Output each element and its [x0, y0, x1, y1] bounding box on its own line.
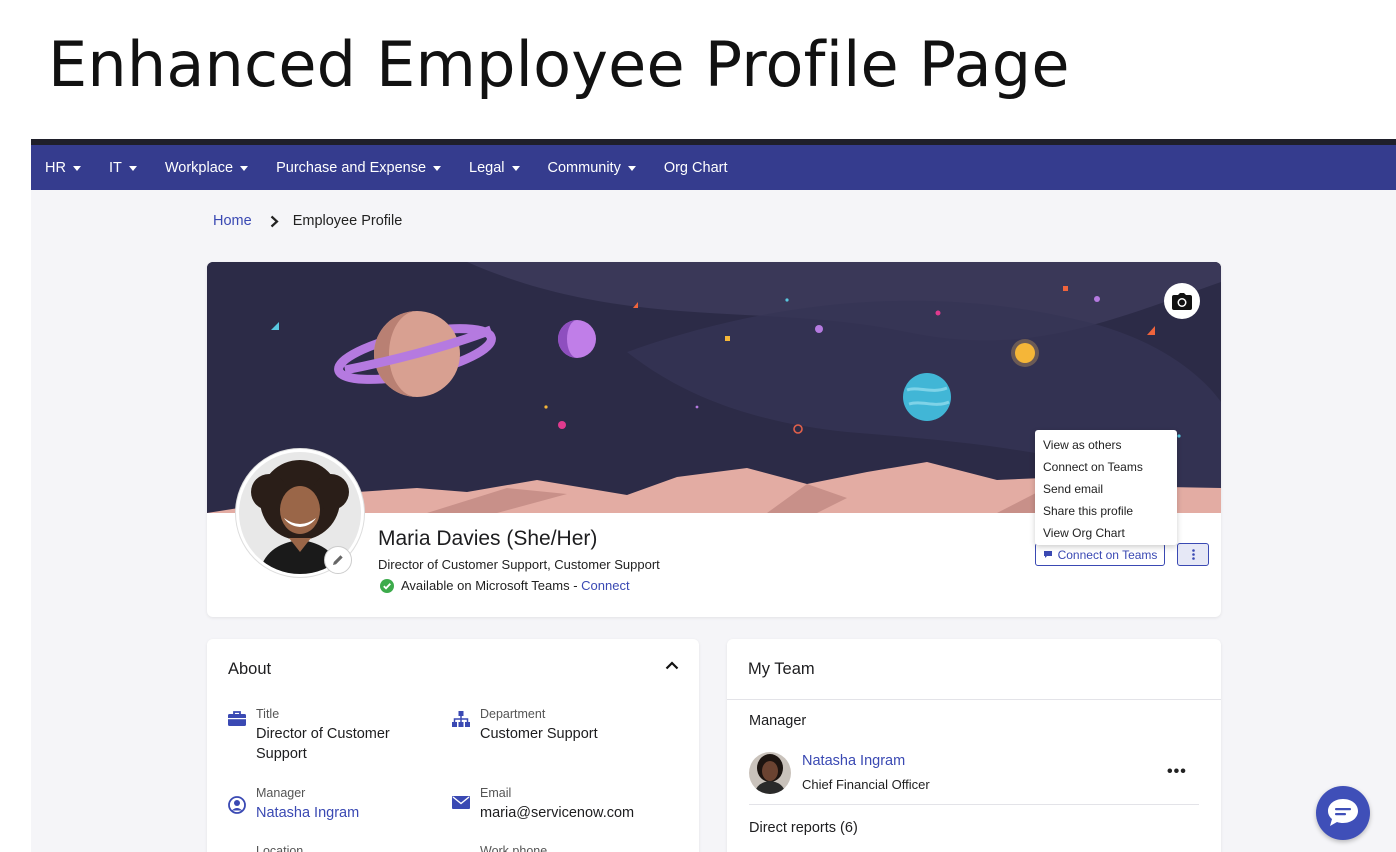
caret-down-icon: [511, 166, 520, 171]
nav-item-org-chart[interactable]: Org Chart: [664, 160, 728, 176]
envelope-icon: [452, 796, 470, 809]
profile-name: Maria Davies (She/Her): [378, 527, 598, 550]
menu-item-share-profile[interactable]: Share this profile: [1035, 500, 1177, 522]
team-heading: My Team: [748, 660, 815, 678]
main-nav: HR IT Workplace Purchase and Expense Leg…: [31, 145, 1396, 190]
edit-avatar-button[interactable]: [324, 546, 352, 574]
manager-name-link[interactable]: Natasha Ingram: [802, 753, 905, 769]
nav-item-workplace[interactable]: Workplace: [165, 160, 249, 176]
profile-avatar: [236, 449, 364, 577]
chevron-up-icon[interactable]: [665, 661, 679, 670]
nav-item-community[interactable]: Community: [548, 160, 636, 176]
chat-button[interactable]: [1316, 786, 1370, 840]
chat-icon: [1328, 799, 1358, 826]
presence-status: Available on Microsoft Teams - Connect: [380, 578, 630, 593]
divider: [727, 699, 1221, 700]
user-circle-icon: [228, 796, 246, 814]
app-window: HR IT Workplace Purchase and Expense Leg…: [31, 139, 1396, 852]
divider: [749, 804, 1199, 805]
vertical-dots-icon: [1191, 549, 1195, 560]
more-actions-button[interactable]: [1177, 543, 1209, 566]
title-value: Director of Customer Support: [256, 726, 390, 762]
about-heading: About: [228, 660, 272, 678]
field-title: Title Director of Customer Support: [227, 707, 390, 764]
my-team-card: My Team Manager Natasha Ingram Chief Fin…: [727, 639, 1221, 852]
camera-button[interactable]: [1164, 283, 1200, 319]
caret-down-icon: [433, 166, 442, 171]
nav-item-legal[interactable]: Legal: [469, 160, 520, 176]
briefcase-icon: [228, 711, 246, 726]
nav-item-hr[interactable]: HR: [45, 160, 81, 176]
field-email: Email maria@servicenow.com: [451, 786, 634, 823]
field-work-phone: Work phone: [480, 844, 548, 852]
field-department: Department Customer Support: [451, 707, 598, 744]
direct-reports-label[interactable]: Direct reports (6): [749, 820, 858, 836]
breadcrumb-current: Employee Profile: [292, 213, 403, 229]
menu-item-connect-on-teams[interactable]: Connect on Teams: [1035, 456, 1177, 478]
breadcrumb: Home Employee Profile: [213, 213, 402, 229]
connect-link[interactable]: Connect: [581, 578, 629, 593]
menu-item-view-org-chart[interactable]: View Org Chart: [1035, 522, 1177, 544]
org-chart-icon: [452, 711, 470, 727]
connect-on-teams-button[interactable]: Connect on Teams: [1035, 543, 1165, 566]
profile-title: Director of Customer Support, Customer S…: [378, 557, 660, 572]
manager-more-button[interactable]: •••: [1167, 763, 1187, 781]
slide-title: Enhanced Employee Profile Page: [48, 28, 1070, 101]
manager-section-label: Manager: [749, 713, 807, 729]
field-manager: Manager Natasha Ingram: [227, 786, 359, 823]
about-card: About Title Director of Customer Support …: [207, 639, 699, 852]
manager-avatar[interactable]: [749, 752, 791, 794]
caret-down-icon: [627, 166, 636, 171]
camera-icon: [1172, 292, 1192, 310]
manager-role: Chief Financial Officer: [802, 777, 930, 792]
menu-item-send-email[interactable]: Send email: [1035, 478, 1177, 500]
pencil-icon: [333, 555, 343, 565]
nav-item-purchase-expense[interactable]: Purchase and Expense: [276, 160, 442, 176]
chat-bubble-icon: [1043, 551, 1052, 558]
nav-item-it[interactable]: IT: [109, 160, 137, 176]
email-value[interactable]: maria@servicenow.com: [480, 803, 634, 823]
menu-item-view-as-others[interactable]: View as others: [1035, 434, 1177, 456]
field-location: Location: [256, 844, 304, 852]
caret-down-icon: [128, 166, 137, 171]
caret-down-icon: [72, 166, 81, 171]
breadcrumb-home-link[interactable]: Home: [213, 213, 252, 229]
chevron-right-icon: [270, 215, 279, 228]
more-actions-menu: View as others Connect on Teams Send ema…: [1035, 430, 1177, 545]
manager-link[interactable]: Natasha Ingram: [256, 803, 359, 823]
check-circle-icon: [380, 578, 394, 593]
caret-down-icon: [240, 166, 249, 171]
